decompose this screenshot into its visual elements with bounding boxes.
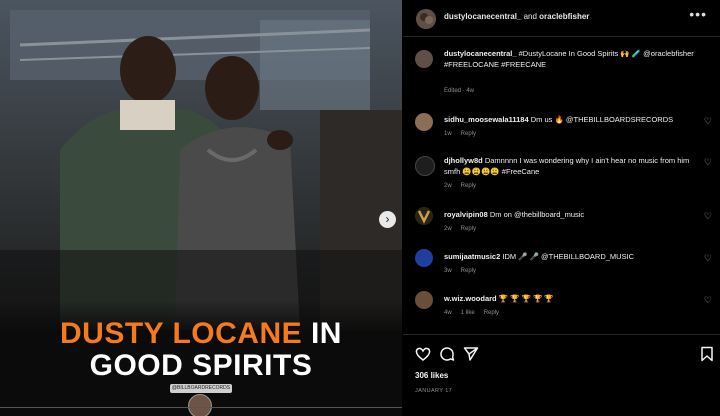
comment-avatar[interactable] xyxy=(415,249,433,267)
comment-avatar[interactable] xyxy=(415,207,433,225)
heart-icon[interactable] xyxy=(415,346,431,362)
comment-reply[interactable]: Reply xyxy=(484,310,499,316)
post-photo xyxy=(0,0,402,330)
comment-text: sidhu_moosewala11184 Dm us 🔥 @THEBILLBOA… xyxy=(444,114,694,125)
credit-tag: @BILLBOARDRECORDS xyxy=(170,384,232,393)
comment-body: Dm us 🔥 @THEBILLBOARDSRECORDS xyxy=(528,115,674,124)
bookmark-icon[interactable] xyxy=(699,346,715,362)
post-headline-line1: DUSTY LOCANE IN xyxy=(0,318,402,350)
headline-white-text: IN xyxy=(302,317,342,350)
comment-reply[interactable]: Reply xyxy=(461,183,476,189)
comment-text: sumijaatmusic2 IDM 🎤 🎤 @THEBILLBOARD_MUS… xyxy=(444,251,694,262)
header-connector: and xyxy=(521,12,540,21)
actions-divider xyxy=(403,334,720,335)
comment-reply[interactable]: Reply xyxy=(461,268,476,274)
comment-avatar[interactable] xyxy=(415,156,435,176)
comment-avatar[interactable] xyxy=(415,113,433,131)
comment-text: w.wiz.woodard 🏆 🏆 🏆 🏆 🏆 xyxy=(444,293,694,304)
comment-reply[interactable]: Reply xyxy=(461,131,476,137)
comment-icon[interactable] xyxy=(439,346,455,362)
comment-heart-icon[interactable]: ♡ xyxy=(704,211,712,222)
credit-avatar xyxy=(188,394,212,416)
instagram-post: DUSTY LOCANE IN GOOD SPIRITS @BILLBOARDR… xyxy=(0,0,720,416)
caption-avatar[interactable] xyxy=(415,50,433,68)
comment-meta: 1w Reply xyxy=(444,131,485,137)
header-divider xyxy=(403,36,720,37)
comment-heart-icon[interactable]: ♡ xyxy=(704,295,712,306)
comment-age: 3w xyxy=(444,268,452,274)
comment-age: 4w xyxy=(444,310,452,316)
header-avatar[interactable] xyxy=(416,9,436,29)
comment-heart-icon[interactable]: ♡ xyxy=(704,116,712,127)
comment-username[interactable]: djhollyw8d xyxy=(444,156,483,165)
header-user2[interactable]: oraclebfisher xyxy=(539,12,589,21)
comment-text: royalvipin08 Dm on @thebillboard_music xyxy=(444,209,694,220)
headline-orange-text: DUSTY LOCANE xyxy=(60,317,303,350)
comment-meta: 3w Reply xyxy=(444,268,485,274)
comment-username[interactable]: sumijaatmusic2 xyxy=(444,252,500,261)
likes-count[interactable]: 306 likes xyxy=(415,371,448,380)
comment-body: 🏆 🏆 🏆 🏆 🏆 xyxy=(496,294,554,303)
comment-likes[interactable]: 1 like xyxy=(461,310,475,316)
comment-username[interactable]: sidhu_moosewala11184 xyxy=(444,115,529,124)
comment-meta: 2w Reply xyxy=(444,226,485,232)
media-bottom-line xyxy=(0,407,402,408)
comment-username[interactable]: royalvipin08 xyxy=(444,210,488,219)
comment-body: Dm on @thebillboard_music xyxy=(487,210,585,219)
more-icon[interactable]: ••• xyxy=(689,6,707,22)
caption-text: dustylocanecentral_ #DustyLocane In Good… xyxy=(444,48,694,70)
post-sidebar: dustylocanecentral_ and oraclebfisher ••… xyxy=(403,0,720,416)
comment-text: djhollyw8d Damnnnn I was wondering why I… xyxy=(444,155,694,177)
comment-avatar[interactable] xyxy=(415,291,433,309)
next-arrow-icon[interactable]: › xyxy=(379,211,396,228)
header-usernames: dustylocanecentral_ and oraclebfisher xyxy=(444,12,589,21)
caption-meta-text: Edited · 4w xyxy=(444,88,475,94)
comment-heart-icon[interactable]: ♡ xyxy=(704,253,712,264)
post-headline-line2: GOOD SPIRITS xyxy=(89,349,313,382)
comment-age: 1w xyxy=(444,131,452,137)
header-user1[interactable]: dustylocanecentral_ xyxy=(444,12,521,21)
caption-username[interactable]: dustylocanecentral_ xyxy=(444,49,517,58)
action-bar xyxy=(415,346,715,362)
comment-meta: 2w Reply xyxy=(444,183,485,189)
comment-body: IDM 🎤 🎤 @THEBILLBOARD_MUSIC xyxy=(500,252,635,261)
post-date: JANUARY 17 xyxy=(415,388,453,394)
comment-reply[interactable]: Reply xyxy=(461,226,476,232)
comment-meta: 4w 1 like Reply xyxy=(444,310,508,316)
comment-username[interactable]: w.wiz.woodard xyxy=(444,294,497,303)
comment-heart-icon[interactable]: ♡ xyxy=(704,157,712,168)
post-media[interactable]: DUSTY LOCANE IN GOOD SPIRITS @BILLBOARDR… xyxy=(0,0,402,416)
share-icon[interactable] xyxy=(463,346,479,362)
caption-meta: Edited · 4w xyxy=(444,88,483,94)
comment-age: 2w xyxy=(444,226,452,232)
comment-age: 2w xyxy=(444,183,452,189)
